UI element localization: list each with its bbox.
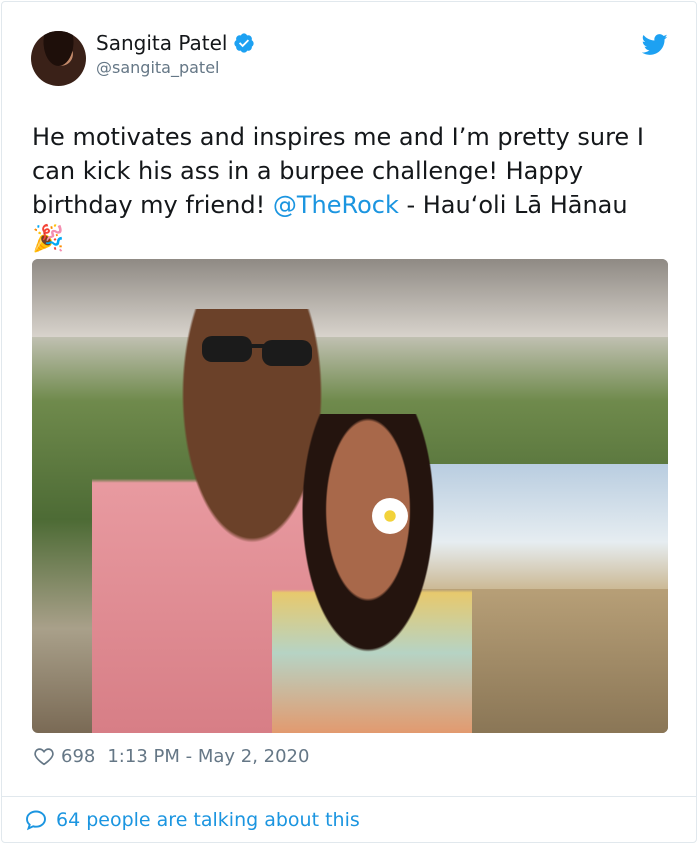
tweet-timestamp[interactable]: 1:13 PM - May 2, 2020 xyxy=(107,746,309,767)
author-handle[interactable]: @sangita_patel xyxy=(96,58,219,77)
photo-person-woman xyxy=(272,414,472,733)
conversation-link[interactable]: 64 people are talking about this xyxy=(24,808,360,832)
like-count[interactable]: 698 xyxy=(61,746,95,767)
tweet-meta: 698 1:13 PM - May 2, 2020 xyxy=(33,745,309,767)
photo-sunglasses xyxy=(202,336,312,366)
tweet-photo[interactable] xyxy=(32,259,668,733)
photo-flower xyxy=(372,498,408,534)
footer-divider xyxy=(1,796,697,797)
party-popper-emoji: 🎉 xyxy=(32,224,65,254)
conversation-text[interactable]: 64 people are talking about this xyxy=(56,809,360,831)
author-name-row[interactable]: Sangita Patel xyxy=(96,31,255,55)
avatar-hair xyxy=(31,31,86,86)
mention-link[interactable]: @TheRock xyxy=(273,191,399,219)
author-name[interactable]: Sangita Patel xyxy=(96,31,227,55)
heart-icon[interactable] xyxy=(33,745,55,767)
twitter-bird-icon[interactable] xyxy=(642,34,668,56)
tweet-text-after: - Hau‘oli Lā Hānau xyxy=(398,191,628,219)
author-avatar[interactable] xyxy=(31,31,86,86)
speech-bubble-icon xyxy=(26,810,46,831)
tweet-text: He motivates and inspires me and I’m pre… xyxy=(32,120,672,256)
verified-badge-icon xyxy=(234,33,255,53)
